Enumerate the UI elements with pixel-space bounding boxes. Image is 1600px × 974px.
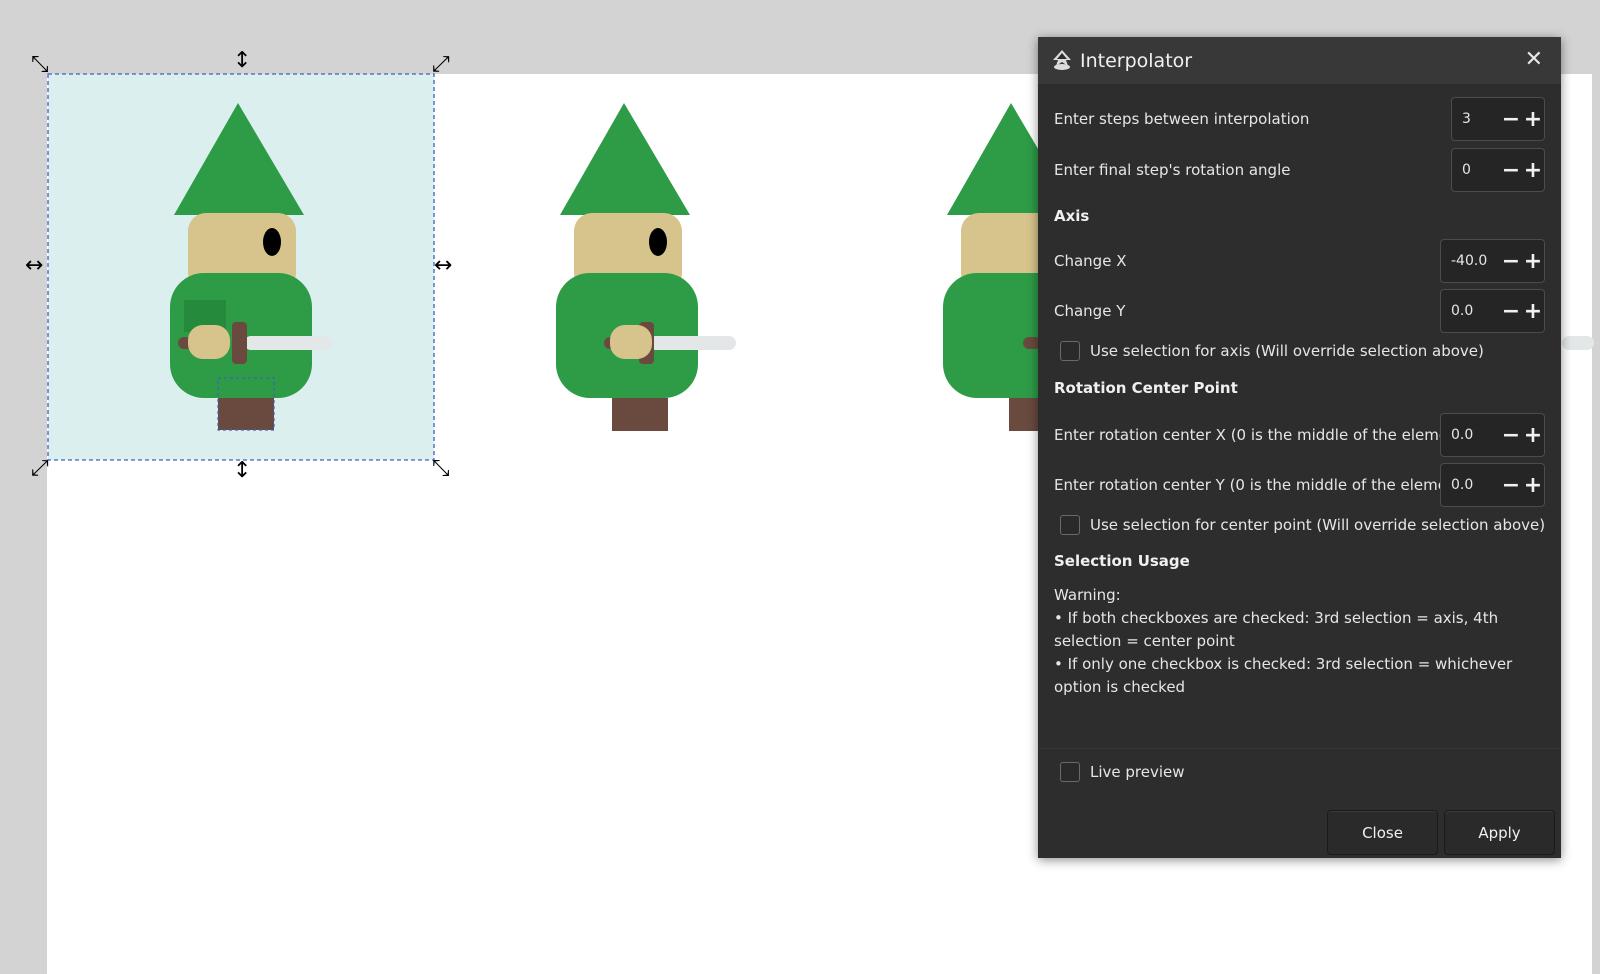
center-x-row: Enter rotation center X (0 is the middle…	[1054, 413, 1545, 457]
apply-button[interactable]: Apply	[1444, 810, 1555, 855]
resize-handle-top-icon[interactable]: ↕	[233, 50, 251, 72]
change-y-spinbox[interactable]: 0.0 − +	[1440, 289, 1545, 333]
center-y-row: Enter rotation center Y (0 is the middle…	[1054, 463, 1545, 507]
change-y-row: Change Y 0.0 − +	[1054, 289, 1545, 333]
rotation-spinbox[interactable]: 0 − +	[1451, 148, 1545, 192]
close-button[interactable]: Close	[1327, 810, 1438, 855]
minus-icon[interactable]: −	[1500, 464, 1522, 506]
footer-separator	[1038, 748, 1561, 749]
use-axis-selection-row[interactable]: Use selection for axis (Will override se…	[1060, 341, 1484, 361]
live-preview-checkbox[interactable]	[1060, 762, 1080, 782]
close-icon[interactable]: ✕	[1525, 47, 1543, 72]
sword-blade-right	[1562, 336, 1594, 350]
steps-value[interactable]: 3	[1452, 111, 1500, 127]
dialog-titlebar[interactable]: Interpolator ✕	[1038, 37, 1561, 84]
gnome-eye	[263, 228, 281, 256]
inkscape-icon	[1053, 50, 1071, 70]
plus-icon[interactable]: +	[1522, 240, 1544, 282]
change-y-value[interactable]: 0.0	[1441, 303, 1500, 319]
rotation-value[interactable]: 0	[1452, 162, 1500, 178]
use-axis-selection-checkbox[interactable]	[1060, 341, 1080, 361]
center-y-label: Enter rotation center Y (0 is the middle…	[1054, 476, 1469, 494]
live-preview-label[interactable]: Live preview	[1090, 763, 1185, 781]
rotation-row: Enter final step's rotation angle 0 − +	[1054, 148, 1545, 192]
resize-handle-top-right-icon[interactable]: ⤢	[432, 54, 450, 76]
gnome-hand	[188, 325, 230, 359]
change-x-value[interactable]: -40.0	[1441, 253, 1500, 269]
sword-blade	[244, 336, 332, 350]
steps-label: Enter steps between interpolation	[1054, 110, 1310, 128]
live-preview-row[interactable]: Live preview	[1060, 762, 1185, 782]
resize-handle-left-icon[interactable]: ↔	[25, 255, 43, 277]
axis-header: Axis	[1054, 207, 1090, 225]
resize-handle-bottom-left-icon[interactable]: ⤢	[31, 458, 49, 480]
gnome-character-2	[556, 103, 736, 431]
change-x-spinbox[interactable]: -40.0 − +	[1440, 239, 1545, 283]
center-x-value[interactable]: 0.0	[1441, 427, 1500, 443]
resize-handle-top-left-icon[interactable]: ⤡	[31, 54, 49, 76]
change-x-label: Change X	[1054, 252, 1127, 270]
dialog-title: Interpolator	[1080, 50, 1193, 72]
change-y-label: Change Y	[1054, 302, 1126, 320]
warning-line-2: • If only one checkbox is checked: 3rd s…	[1054, 655, 1513, 696]
change-x-row: Change X -40.0 − +	[1054, 239, 1545, 283]
resize-handle-right-icon[interactable]: ↔	[434, 255, 452, 277]
minus-icon[interactable]: −	[1500, 240, 1522, 282]
center-y-spinbox[interactable]: 0.0 − +	[1440, 463, 1545, 507]
center-x-label: Enter rotation center X (0 is the middle…	[1054, 426, 1470, 444]
warning-line-1: • If both checkboxes are checked: 3rd se…	[1054, 609, 1499, 650]
resize-handle-bottom-right-icon[interactable]: ⤡	[432, 458, 450, 480]
use-center-selection-checkbox[interactable]	[1060, 515, 1080, 535]
interpolator-dialog: Interpolator ✕ Enter steps between inter…	[1038, 37, 1561, 858]
use-axis-selection-label[interactable]: Use selection for axis (Will override se…	[1090, 342, 1484, 360]
use-center-selection-row[interactable]: Use selection for center point (Will ove…	[1060, 515, 1545, 535]
use-center-selection-label[interactable]: Use selection for center point (Will ove…	[1090, 516, 1545, 534]
minus-icon[interactable]: −	[1500, 98, 1522, 140]
minus-icon[interactable]: −	[1500, 149, 1522, 191]
plus-icon[interactable]: +	[1522, 464, 1544, 506]
rotation-center-header: Rotation Center Point	[1054, 379, 1238, 397]
minus-icon[interactable]: −	[1500, 290, 1522, 332]
selection-usage-header: Selection Usage	[1054, 552, 1190, 570]
warning-title: Warning:	[1054, 586, 1121, 604]
plus-icon[interactable]: +	[1522, 98, 1544, 140]
plus-icon[interactable]: +	[1522, 149, 1544, 191]
selection-usage-warning: Warning: • If both checkboxes are checke…	[1054, 584, 1544, 699]
plus-icon[interactable]: +	[1522, 414, 1544, 456]
minus-icon[interactable]: −	[1500, 414, 1522, 456]
steps-spinbox[interactable]: 3 − +	[1451, 97, 1545, 141]
center-y-value[interactable]: 0.0	[1441, 477, 1500, 493]
steps-row: Enter steps between interpolation 3 − +	[1054, 97, 1545, 141]
gnome-boots-top	[218, 378, 274, 398]
resize-handle-bottom-icon[interactable]: ↕	[233, 460, 251, 482]
plus-icon[interactable]: +	[1522, 290, 1544, 332]
sword-hilt	[232, 322, 247, 364]
rotation-label: Enter final step's rotation angle	[1054, 161, 1291, 179]
center-x-spinbox[interactable]: 0.0 − +	[1440, 413, 1545, 457]
